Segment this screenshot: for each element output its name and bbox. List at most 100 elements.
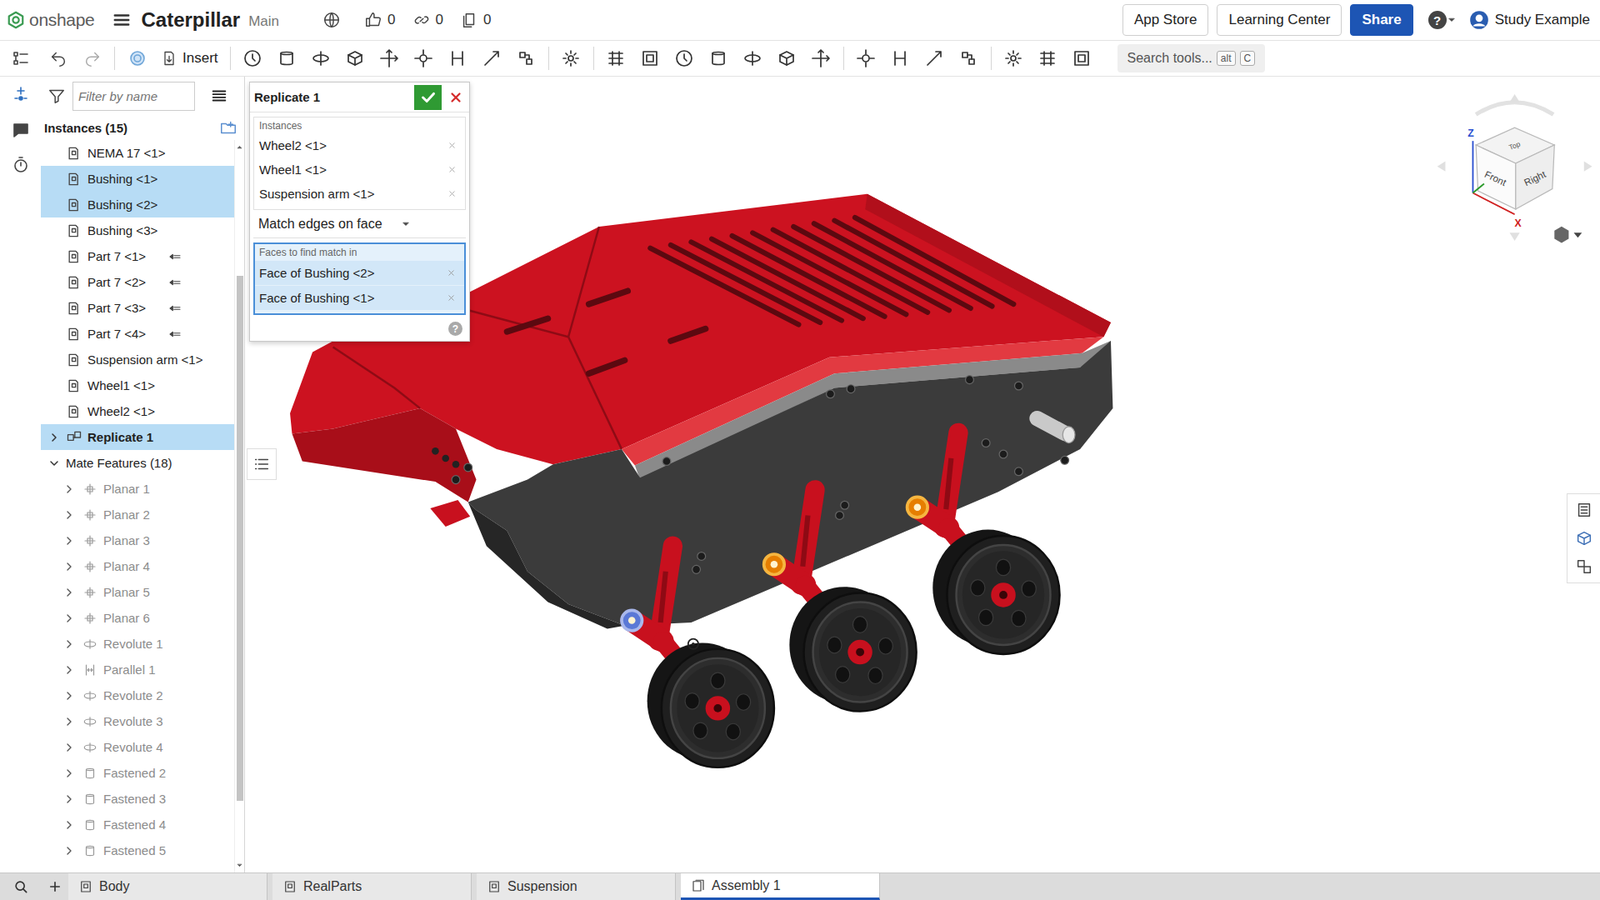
cancel-button[interactable] [441,85,470,110]
graphics-viewport[interactable]: TopFrontRightZXReplicate 1InstancesWheel… [245,76,1600,873]
scrollbar[interactable] [234,140,245,873]
expand-arrow-icon[interactable] [62,560,76,574]
menu-icon[interactable] [112,10,131,30]
expand-arrow-icon[interactable] [62,663,76,677]
instance-item[interactable]: Wheel2 <1> [40,398,235,425]
mate-item[interactable]: Fastened 3 [40,785,235,812]
expand-arrow-icon[interactable] [62,482,76,496]
expand-arrow-icon[interactable] [62,766,76,780]
tool-button[interactable] [770,43,805,74]
instance-item[interactable]: Bushing <2> [40,191,235,218]
links-counter[interactable]: 0 [412,10,444,30]
face-chip[interactable]: Face of Bushing <1> [255,285,465,310]
mate-item[interactable]: Fastened 4 [40,811,235,838]
mate-item[interactable]: Planar 4 [40,553,235,580]
mate-item[interactable]: Revolute 2 [40,682,235,709]
instance-item[interactable]: Part 7 <1> [40,243,235,270]
expand-arrow-icon[interactable] [62,534,76,548]
links-icon[interactable] [412,10,431,30]
tool-button[interactable] [270,43,305,74]
mode-dropdown[interactable]: Match edges on face [253,210,466,239]
dialog-help[interactable]: ? [448,321,463,336]
document-name[interactable]: Caterpillar [140,8,240,32]
wheel[interactable] [789,586,916,711]
configurations-icon[interactable] [1575,557,1594,576]
tool-button[interactable] [804,43,839,74]
likes-icon[interactable] [364,10,383,30]
tool-button[interactable] [475,43,510,74]
mate-item[interactable]: Fastened 2 [40,760,235,786]
mate-item[interactable]: Fastened 5 [40,837,235,864]
undo-button[interactable] [40,43,75,74]
copies-counter[interactable]: 0 [460,10,491,30]
expand-arrow-icon[interactable] [62,585,76,600]
view-cube[interactable]: TopFrontRightZX [1435,90,1594,250]
tab-manager-icon[interactable] [12,878,30,895]
tool-button[interactable] [372,43,407,74]
tool-button[interactable] [1030,43,1065,74]
mate-item[interactable]: Revolute 1 [40,630,235,657]
document-tab[interactable]: Assembly 1 [680,873,880,900]
expand-arrow-icon[interactable] [62,844,76,858]
filter-icon[interactable] [47,86,66,105]
expand-arrow-icon[interactable] [62,611,76,625]
insert-button[interactable]: Insert [154,50,225,67]
bushing[interactable] [621,610,643,630]
mate-item[interactable]: Revolute 3 [40,708,235,735]
mate-item[interactable]: Planar 1 [40,475,235,502]
tool-button[interactable] [667,43,702,74]
front-face-label[interactable]: Front [1483,168,1510,189]
instance-item[interactable]: NEMA 17 <1> [40,140,235,166]
scroll-thumb[interactable] [236,275,244,801]
mate-item[interactable]: Planar 3 [40,527,235,554]
new-folder-icon[interactable] [219,118,238,137]
view-mode-icon[interactable] [1554,226,1582,244]
share-button[interactable]: Share [1350,4,1413,36]
bushing[interactable] [907,496,929,517]
tool-button[interactable] [917,43,952,74]
face-chip[interactable]: Face of Bushing <2> [255,260,465,285]
filter-input[interactable] [72,81,195,111]
instance-item[interactable]: Part 7 <3> [40,295,235,321]
tool-button[interactable] [701,43,736,74]
feature-tree-icon[interactable] [10,48,31,69]
tool-button[interactable] [406,43,441,74]
feature-list-toggle[interactable] [246,448,277,480]
remove-icon[interactable] [447,165,457,175]
expand-arrow-icon[interactable] [62,689,76,703]
tool-button[interactable] [235,43,270,74]
help-menu[interactable]: ? [1428,10,1457,30]
expand-arrow-icon[interactable] [62,637,76,651]
instance-chip[interactable]: Suspension arm <1> [254,181,465,206]
mate-features-header[interactable]: Mate Features (18) [40,450,235,476]
accept-button[interactable] [414,85,442,110]
assembly-button[interactable] [120,43,155,74]
mate-item[interactable]: Planar 2 [40,501,235,528]
tool-button[interactable] [440,43,475,74]
search-tools[interactable]: Search tools...altC [1117,44,1266,73]
user-menu[interactable]: Study Example [1468,9,1590,31]
right-face-label[interactable]: Right [1522,168,1549,189]
instances-field[interactable]: InstancesWheel2 <1>Wheel1 <1>Suspension … [253,116,466,210]
wheel[interactable] [647,643,775,768]
mate-item[interactable]: Parallel 1 [40,656,235,683]
tool-button[interactable] [951,43,986,74]
tool-button[interactable] [735,43,770,74]
mate-item[interactable]: Planar 6 [40,605,235,631]
remove-icon[interactable] [447,189,457,199]
remove-icon[interactable] [447,140,457,150]
expand-arrow-icon[interactable] [62,792,76,806]
remove-icon[interactable] [446,293,456,303]
instance-item[interactable]: Part 7 <2> [40,269,235,295]
expand-arrow-icon[interactable] [47,430,61,445]
remove-icon[interactable] [446,268,456,278]
replicate-item[interactable]: Replicate 1 [40,424,235,450]
expand-arrow-icon[interactable] [47,456,61,470]
instance-item[interactable]: Wheel1 <1> [40,372,235,399]
tool-button[interactable] [1065,43,1100,74]
instance-item[interactable]: Part 7 <4> [40,320,235,347]
tool-button[interactable] [996,43,1031,74]
properties-icon[interactable] [1575,500,1594,520]
top-face-label[interactable]: Top [1507,140,1522,152]
tool-button[interactable] [554,43,589,74]
